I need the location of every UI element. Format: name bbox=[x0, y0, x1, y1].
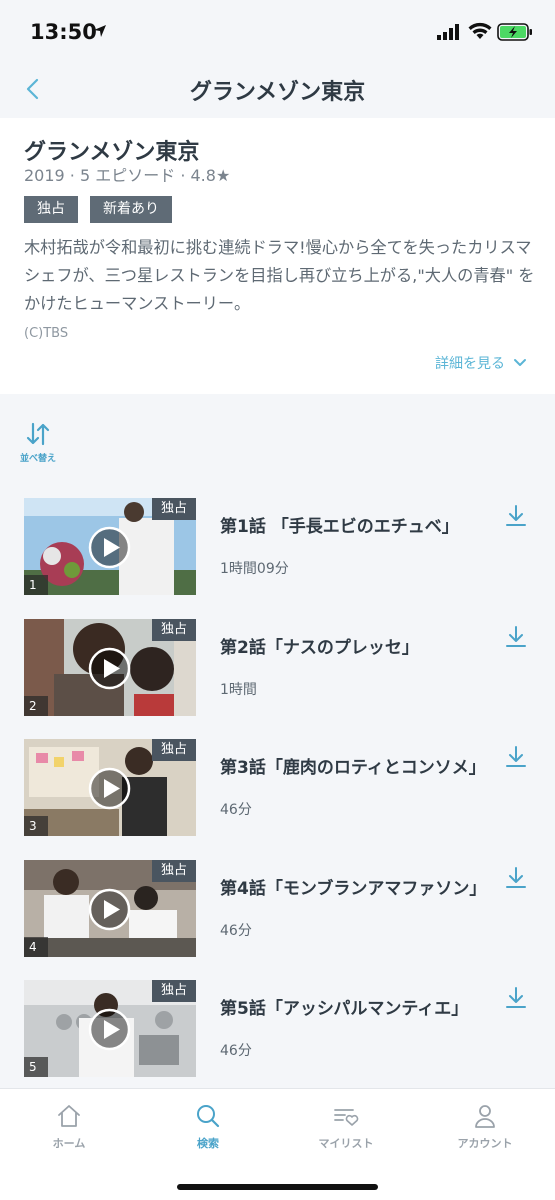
episode-row[interactable]: 独占 3 第3話「鹿肉のロティとコンソメ」 46分 bbox=[0, 739, 555, 860]
tab-account-label: アカウント bbox=[457, 1137, 513, 1150]
episode-row[interactable]: 独占 5 第5話「アッシパルマンティエ」 46分 bbox=[0, 980, 555, 1101]
show-info-card: グランメゾン東京 2019 · 5 エピソード · 4.8★ 独占 新着あり 木… bbox=[0, 118, 555, 394]
wifi-icon bbox=[468, 22, 492, 39]
episode-title: 第1話 「手長エビのエチュベ」 bbox=[220, 517, 459, 537]
sort-label: 並べ替え bbox=[19, 454, 56, 464]
home-indicator bbox=[177, 1184, 378, 1190]
episode-title: 第2話「ナスのプレッセ」 bbox=[220, 637, 419, 658]
episode-duration: 46分 bbox=[220, 802, 252, 818]
episode-title: 第5話「アッシパルマンティエ」 bbox=[220, 999, 469, 1019]
play-icon[interactable] bbox=[88, 1008, 131, 1051]
episode-number: 2 bbox=[24, 695, 48, 716]
download-icon[interactable] bbox=[505, 986, 527, 1010]
show-details-label: 詳細を見る bbox=[435, 356, 505, 372]
episode-row[interactable]: 独占 4 第4話「モンブランアマファソン」 46分 bbox=[0, 859, 555, 981]
play-icon[interactable] bbox=[88, 888, 131, 931]
episode-thumbnail[interactable]: 独占 1 bbox=[24, 498, 196, 595]
tab-home-label: ホーム bbox=[52, 1137, 86, 1150]
episode-number: 1 bbox=[24, 575, 48, 595]
download-icon[interactable] bbox=[505, 866, 527, 890]
show-meta: 2019 · 5 エピソード · 4.8★ bbox=[24, 166, 231, 185]
episode-thumbnail[interactable]: 独占 4 bbox=[24, 859, 196, 957]
download-icon[interactable] bbox=[505, 625, 527, 649]
chevron-down-icon bbox=[514, 359, 526, 366]
tab-mylist[interactable]: マイリスト bbox=[296, 1103, 396, 1151]
location-arrow-icon bbox=[94, 25, 106, 37]
show-details-button[interactable]: 詳細を見る bbox=[435, 353, 527, 373]
mylist-icon bbox=[334, 1109, 359, 1126]
tab-search[interactable]: 検索 bbox=[158, 1103, 258, 1151]
exclusive-badge: 独占 bbox=[152, 498, 196, 520]
tab-search-label: 検索 bbox=[197, 1137, 219, 1150]
show-description: 木村拓哉が令和最初に挑む連続ドラマ!慢心から全てを失ったカリスマシェフが、三つ星… bbox=[24, 238, 535, 313]
page-title: グランメゾン東京 bbox=[189, 80, 366, 105]
cellular-signal-icon bbox=[437, 24, 459, 40]
episode-row[interactable]: 独占 1 第1話 「手長エビのエチュベ」 1時間09分 bbox=[0, 498, 555, 619]
episode-duration: 46分 bbox=[220, 1043, 252, 1059]
episode-number: 4 bbox=[24, 936, 48, 957]
copyright: (C)TBS bbox=[24, 326, 69, 341]
exclusive-badge: 独占 bbox=[152, 739, 196, 761]
episode-duration: 1時間 bbox=[220, 681, 257, 698]
episode-duration: 46分 bbox=[220, 922, 252, 939]
show-badges: 独占 新着あり bbox=[24, 196, 172, 223]
sort-button[interactable]: 並べ替え bbox=[18, 422, 58, 464]
episode-list: 独占 1 第1話 「手長エビのエチュベ」 1時間09分 独占 2 第2話「ナスの… bbox=[0, 498, 555, 1101]
sort-icon bbox=[26, 422, 50, 446]
play-icon[interactable] bbox=[88, 526, 131, 569]
episode-number: 5 bbox=[24, 1057, 48, 1077]
tab-account[interactable]: アカウント bbox=[435, 1103, 535, 1151]
search-icon bbox=[197, 1105, 220, 1128]
download-icon[interactable] bbox=[505, 504, 527, 528]
episode-thumbnail[interactable]: 独占 3 bbox=[24, 739, 196, 836]
episode-title: 第3話「鹿肉のロティとコンソメ」 bbox=[220, 758, 486, 778]
battery-charging-icon bbox=[497, 23, 532, 41]
exclusive-badge: 独占 bbox=[152, 618, 196, 641]
navigation-bar: グランメゾン東京 bbox=[0, 64, 555, 116]
tab-home[interactable]: ホーム bbox=[19, 1103, 119, 1151]
status-bar: 13:50 bbox=[0, 0, 555, 64]
episode-row[interactable]: 独占 2 第2話「ナスのプレッセ」 1時間 bbox=[0, 618, 555, 740]
new-episodes-badge: 新着あり bbox=[90, 196, 172, 223]
home-icon bbox=[58, 1105, 80, 1127]
exclusive-badge: 独占 bbox=[152, 980, 196, 1002]
episode-thumbnail[interactable]: 独占 5 bbox=[24, 980, 196, 1077]
play-icon[interactable] bbox=[88, 647, 131, 690]
status-time: 13:50 bbox=[30, 20, 97, 44]
tab-mylist-label: マイリスト bbox=[318, 1137, 374, 1150]
episode-duration: 1時間09分 bbox=[220, 561, 289, 577]
account-icon bbox=[475, 1105, 495, 1128]
play-icon[interactable] bbox=[88, 767, 131, 810]
episode-number: 3 bbox=[24, 816, 48, 836]
episode-title: 第4話「モンブランアマファソン」 bbox=[220, 878, 487, 899]
exclusive-badge: 独占 bbox=[24, 196, 78, 223]
exclusive-badge: 独占 bbox=[152, 859, 196, 882]
download-icon[interactable] bbox=[505, 745, 527, 769]
episode-thumbnail[interactable]: 独占 2 bbox=[24, 618, 196, 716]
